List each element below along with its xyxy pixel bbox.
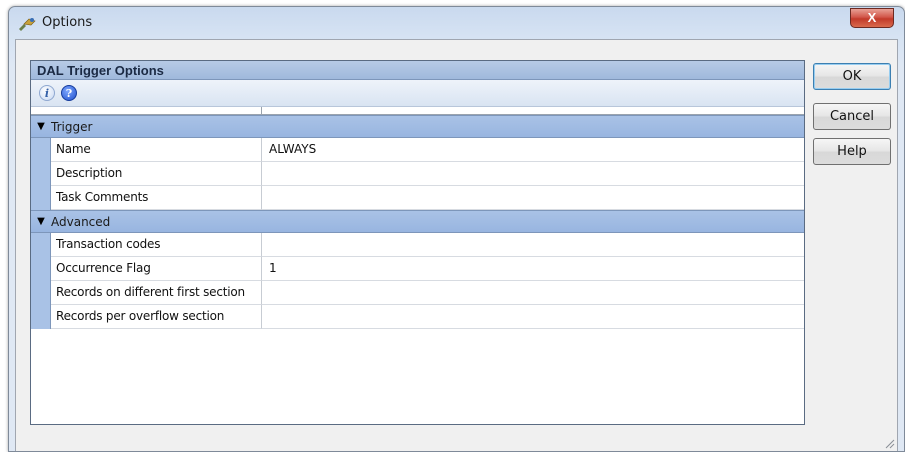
property-row[interactable]: Task Comments [31,186,804,210]
property-row[interactable]: Records per overflow section [31,305,804,329]
property-row[interactable]: Name ALWAYS [31,138,804,162]
property-value[interactable]: ALWAYS [262,138,804,162]
help-button[interactable]: Help [813,138,891,165]
property-name: Transaction codes [51,233,262,257]
close-icon: X [867,10,877,25]
collapse-triangle-icon[interactable]: ▼ [31,216,51,227]
property-row[interactable]: Transaction codes [31,233,804,257]
property-value[interactable] [262,162,804,186]
grid-column-header [31,107,804,115]
property-name: Records on different first section [51,281,262,305]
category-trigger[interactable]: ▼ Trigger [31,115,804,138]
info-icon[interactable]: i [39,85,55,101]
cancel-button[interactable]: Cancel [813,103,891,130]
resize-grip-icon[interactable] [883,437,895,449]
panel-title: DAL Trigger Options [31,61,804,80]
property-row[interactable]: Description [31,162,804,186]
property-value[interactable] [262,186,804,210]
property-value[interactable]: 1 [262,257,804,281]
property-name: Occurrence Flag [51,257,262,281]
property-grid: ▼ Trigger Name ALWAYS Description Task C… [31,107,804,329]
ok-button[interactable]: OK [813,63,891,90]
window-title: Options [42,15,93,30]
property-panel: DAL Trigger Options i ? ▼ Trigger Name A… [30,60,805,425]
dialog-client-area: DAL Trigger Options i ? ▼ Trigger Name A… [15,39,898,451]
app-icon [19,18,36,31]
property-row[interactable]: Occurrence Flag 1 [31,257,804,281]
property-name: Records per overflow section [51,305,262,329]
property-value[interactable] [262,281,804,305]
title-bar[interactable]: Options X [9,7,904,39]
help-icon[interactable]: ? [61,85,77,101]
property-value[interactable] [262,233,804,257]
property-name: Description [51,162,262,186]
category-label: Advanced [51,214,111,229]
category-label: Trigger [51,119,93,134]
close-button[interactable]: X [850,8,894,28]
options-dialog: Options X DAL Trigger Options i ? ▼ Trig… [8,6,905,452]
category-advanced[interactable]: ▼ Advanced [31,210,804,233]
collapse-triangle-icon[interactable]: ▼ [31,121,51,132]
property-name: Name [51,138,262,162]
property-row[interactable]: Records on different first section [31,281,804,305]
property-value[interactable] [262,305,804,329]
property-name: Task Comments [51,186,262,210]
panel-toolbar: i ? [31,80,804,107]
